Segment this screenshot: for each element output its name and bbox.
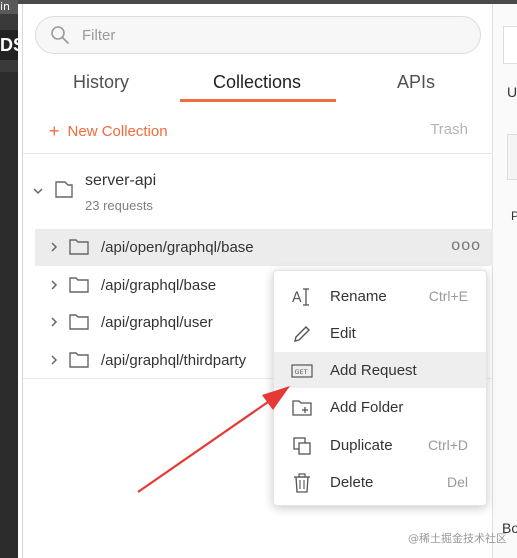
folder-icon	[69, 314, 89, 330]
menu-item-add-request[interactable]: GET Add Request	[274, 352, 486, 388]
add-request-icon: GET	[291, 364, 313, 378]
new-collection-label: New Collection	[67, 123, 168, 140]
left-edge-panel	[0, 72, 18, 558]
menu-item-label: Delete	[330, 474, 374, 491]
request-panel-edge: U P	[493, 4, 517, 558]
menu-item-label: Rename	[330, 288, 387, 305]
collection-item[interactable]: server-api 23 requests	[23, 156, 494, 226]
menu-item-label: Add Request	[330, 362, 417, 379]
folder-name: /api/open/graphql/base	[101, 239, 254, 256]
menu-item-shortcut: Ctrl+D	[427, 437, 468, 453]
search-input[interactable]: Filter	[35, 16, 481, 54]
chevron-right-icon[interactable]	[47, 240, 61, 254]
duplicate-icon	[293, 437, 311, 455]
folder-name: /api/graphql/user	[101, 314, 213, 331]
add-folder-icon	[292, 400, 312, 416]
folder-row[interactable]: /api/open/graphql/base ooo	[35, 229, 493, 266]
menu-item-label: Duplicate	[330, 437, 393, 454]
collection-name: server-api	[85, 172, 157, 189]
delete-icon	[294, 473, 310, 493]
collection-actions-bar: + New Collection Trash	[23, 114, 494, 154]
chevron-down-icon[interactable]	[31, 184, 45, 198]
more-options-icon[interactable]: ooo	[451, 237, 481, 255]
panel-text-b: P	[511, 209, 517, 223]
tab-edge[interactable]	[503, 26, 517, 64]
folder-name: /api/graphql/base	[101, 277, 217, 294]
tab-collections[interactable]: Collections	[213, 72, 301, 93]
watermark: @稀土掘金技术社区	[408, 532, 507, 545]
context-menu: A Rename Ctrl+E Edit GET Add Request Add…	[273, 270, 487, 506]
folder-icon	[69, 277, 89, 293]
left-window-edge: in DS	[0, 0, 18, 558]
menu-item-shortcut: Ctrl+E	[428, 288, 468, 304]
menu-item-label: Edit	[330, 325, 356, 342]
menu-item-edit[interactable]: Edit	[274, 315, 486, 351]
panel-text-a: U	[507, 84, 517, 100]
svg-text:A: A	[292, 290, 302, 306]
collection-request-count: 23 requests	[85, 198, 153, 213]
plus-icon: +	[49, 121, 60, 141]
trash-button[interactable]: Trash	[430, 121, 468, 138]
left-edge-text-mid: DS	[0, 30, 18, 60]
search-placeholder: Filter	[82, 27, 116, 44]
chevron-right-icon[interactable]	[47, 353, 61, 367]
edit-icon	[294, 326, 310, 342]
method-select-edge[interactable]	[507, 134, 517, 180]
menu-item-shortcut: Del	[446, 474, 468, 490]
menu-item-duplicate[interactable]: Duplicate Ctrl+D	[274, 427, 486, 463]
sidebar-tabs: History Collections APIs	[23, 62, 494, 106]
folder-name: /api/graphql/thirdparty	[101, 352, 247, 369]
menu-item-rename[interactable]: A Rename Ctrl+E	[274, 278, 486, 314]
menu-item-label: Add Folder	[330, 399, 404, 416]
tab-apis[interactable]: APIs	[397, 72, 435, 93]
collection-icon	[55, 181, 73, 198]
svg-text:GET: GET	[295, 368, 308, 376]
search-icon	[51, 26, 69, 44]
tab-history[interactable]: History	[73, 72, 129, 93]
new-collection-button[interactable]: + New Collection	[49, 120, 168, 141]
rename-icon: A	[292, 288, 309, 306]
folder-icon	[69, 352, 89, 368]
chevron-right-icon[interactable]	[47, 315, 61, 329]
left-edge-text-top: in	[0, 0, 18, 14]
folder-icon	[69, 239, 89, 255]
active-tab-indicator	[180, 99, 336, 102]
chevron-right-icon[interactable]	[47, 278, 61, 292]
menu-item-add-folder[interactable]: Add Folder	[274, 389, 486, 425]
menu-item-delete[interactable]: Delete Del	[274, 464, 486, 500]
